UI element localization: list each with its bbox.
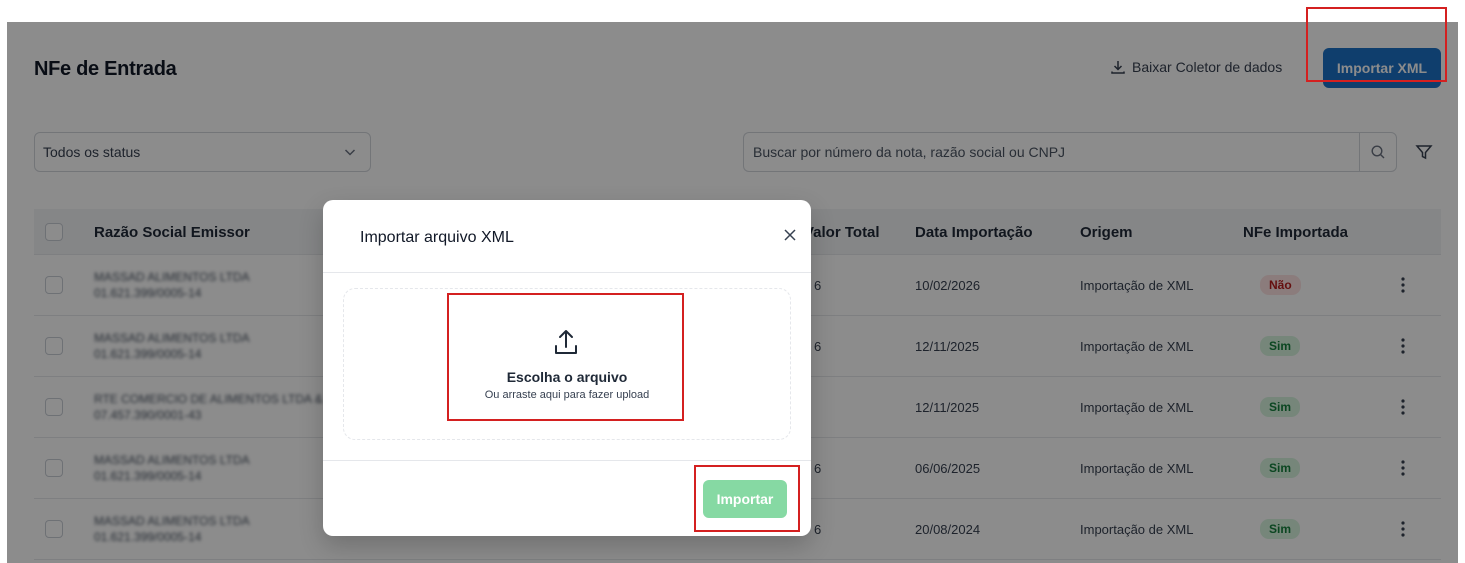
modal-title: Importar arquivo XML bbox=[360, 229, 514, 246]
import-xml-modal: Importar arquivo XML Escolha o arquivo O… bbox=[323, 200, 811, 536]
file-dropzone[interactable] bbox=[343, 288, 791, 440]
upload-icon bbox=[555, 330, 577, 354]
divider bbox=[323, 460, 811, 461]
dropzone-subtitle: Ou arraste aqui para fazer upload bbox=[484, 389, 650, 401]
import-button[interactable]: Importar bbox=[703, 480, 787, 518]
divider bbox=[323, 272, 811, 273]
close-icon[interactable] bbox=[782, 227, 798, 243]
dropzone-title: Escolha o arquivo bbox=[506, 369, 628, 385]
